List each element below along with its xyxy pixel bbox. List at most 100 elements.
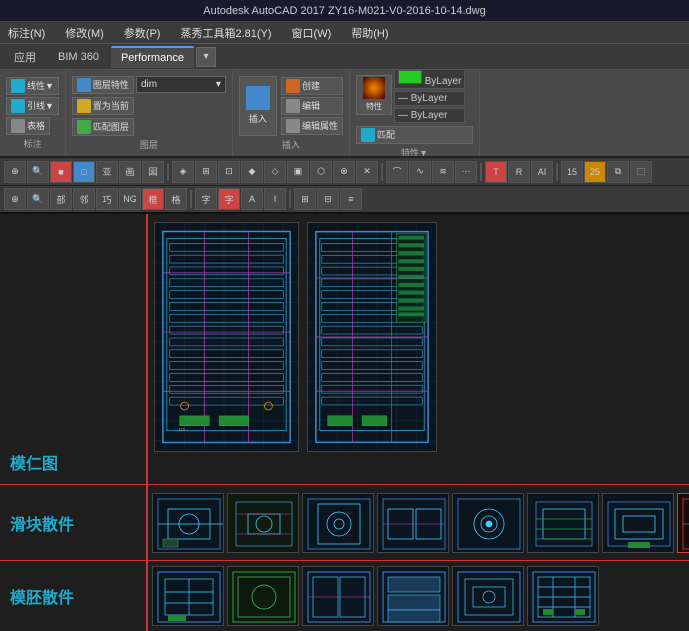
blueprint-large-2[interactable] <box>307 222 437 452</box>
menu-window[interactable]: 窗口(W) <box>288 23 336 43</box>
ts2-btn-3[interactable]: 部 <box>50 188 72 210</box>
ts-btn-26[interactable]: ⧉ <box>607 161 629 183</box>
biaozhun-label: 标注 <box>23 137 41 150</box>
edit-attr-icon <box>286 119 300 133</box>
ts2-btn-7[interactable]: 框 <box>142 188 164 210</box>
btn-prop-large[interactable]: 特性 <box>356 75 392 115</box>
ts2-btn-10[interactable]: 字 <box>218 188 240 210</box>
menu-bar: 标注(N) 修改(M) 参数(P) 蒸秀工具箱2.81(Y) 窗口(W) 帮助(… <box>0 22 689 44</box>
ribbon-section-layer: 图层特性 dim ▾ 置为当前 匹配图层 图层 <box>66 70 233 156</box>
btn-edit[interactable]: 编辑 <box>281 97 343 115</box>
thumb-hk-7[interactable] <box>602 493 674 553</box>
ts-btn-12[interactable]: ◇ <box>264 161 286 183</box>
ts-btn-9[interactable]: ⊞ <box>195 161 217 183</box>
btn-match-prop[interactable]: 匹配 <box>356 126 473 144</box>
svg-text:←115→: ←115→ <box>175 427 189 432</box>
ts2-btn-1[interactable]: ⊕ <box>4 188 26 210</box>
ts2-sep-2 <box>289 190 291 208</box>
prop-large-icon <box>363 77 385 99</box>
ts2-btn-11[interactable]: A <box>241 188 263 210</box>
ts-btn-11[interactable]: ◆ <box>241 161 263 183</box>
btn-linear[interactable]: 线性▼ <box>6 77 59 95</box>
ts-btn-16[interactable]: ✕ <box>356 161 378 183</box>
color-swatch <box>398 70 422 84</box>
thumb-mp-6[interactable] <box>527 566 599 626</box>
menu-xiugai[interactable]: 修改(M) <box>61 23 108 43</box>
ts-btn-14[interactable]: ⬡ <box>310 161 332 183</box>
btn-create[interactable]: 创建 <box>281 77 343 95</box>
ts-btn-21[interactable]: T <box>485 161 507 183</box>
thumb-mp-3[interactable] <box>302 566 374 626</box>
btn-set-current[interactable]: 置为当前 <box>72 97 134 115</box>
thumb-hk-8[interactable] <box>677 493 689 553</box>
ts-btn-27[interactable]: ⬚ <box>630 161 652 183</box>
thumb-mp-4[interactable] <box>377 566 449 626</box>
prop-label: 特性▼ <box>401 146 428 159</box>
prop-bylayer-color: ByLayer <box>394 70 465 89</box>
ts2-btn-5[interactable]: 巧 <box>96 188 118 210</box>
ts-btn-18[interactable]: ∿ <box>409 161 431 183</box>
btn-leader[interactable]: 引线▼ <box>6 97 59 115</box>
ts-btn-13[interactable]: ▣ <box>287 161 309 183</box>
ts-btn-22[interactable]: R <box>508 161 530 183</box>
menu-tools[interactable]: 蒸秀工具箱2.81(Y) <box>176 23 275 43</box>
ts-btn-3[interactable]: ■ <box>50 161 72 183</box>
ts2-btn-6[interactable]: NG <box>119 188 141 210</box>
ts-btn-1[interactable]: ⊕ <box>4 161 26 183</box>
biaozhun-buttons: 线性▼ 引线▼ 表格 <box>6 77 59 135</box>
match-layer-icon <box>77 120 91 134</box>
toolbar-sep-1 <box>167 163 169 181</box>
ts2-btn-13[interactable]: ⊞ <box>294 188 316 210</box>
ts2-btn-9[interactable]: 字 <box>195 188 217 210</box>
thumb-mp-1[interactable] <box>152 566 224 626</box>
thumb-mp-5[interactable] <box>452 566 524 626</box>
tab-performance[interactable]: Performance <box>111 46 194 68</box>
thumb-mp-2[interactable] <box>227 566 299 626</box>
thumb-hk-3[interactable] <box>302 493 374 553</box>
btn-insert-large[interactable]: 插入 <box>239 76 277 136</box>
content-huakuai <box>148 485 689 560</box>
btn-match-layer[interactable]: 匹配图层 <box>72 118 134 136</box>
menu-help[interactable]: 帮助(H) <box>347 23 392 43</box>
ribbon-section-properties: 特性 ByLayer — ByLayer — ByLayer 匹配 特性▼ <box>350 70 480 156</box>
thumb-hk-2[interactable] <box>227 493 299 553</box>
layer-dropdown[interactable]: dim ▾ <box>136 76 226 93</box>
ts-btn-2[interactable]: 🔍 <box>27 161 49 183</box>
ts-btn-25[interactable]: 25 <box>584 161 606 183</box>
thumb-hk-1[interactable] <box>152 493 224 553</box>
ts2-btn-8[interactable]: 格 <box>165 188 187 210</box>
ts2-btn-4[interactable]: 邻 <box>73 188 95 210</box>
tab-dropdown-icon[interactable]: ▾ <box>196 47 216 67</box>
ts-btn-23[interactable]: AI <box>531 161 553 183</box>
blueprint-large-1[interactable]: ←115→ <box>154 222 299 452</box>
menu-canshu[interactable]: 参数(P) <box>120 23 165 43</box>
btn-edit-attr[interactable]: 编辑属性 <box>281 117 343 135</box>
ts-btn-4[interactable]: □ <box>73 161 95 183</box>
thumb-hk-5[interactable] <box>452 493 524 553</box>
section-mopei: 模胚散件 <box>0 561 689 631</box>
menu-biaozhun[interactable]: 标注(N) <box>4 23 49 43</box>
ts-btn-17[interactable]: ⌒ <box>386 161 408 183</box>
thumb-hk-4[interactable] <box>377 493 449 553</box>
ts-btn-10[interactable]: ⊡ <box>218 161 240 183</box>
btn-table[interactable]: 表格 <box>6 117 50 135</box>
ts-btn-20[interactable]: ⋯ <box>455 161 477 183</box>
ts2-btn-15[interactable]: ≡ <box>340 188 362 210</box>
ts2-btn-14[interactable]: ⊟ <box>317 188 339 210</box>
btn-layer-prop[interactable]: 图层特性 <box>72 76 134 94</box>
thumb-hk-6[interactable] <box>527 493 599 553</box>
tab-bim360[interactable]: BIM 360 <box>48 47 109 67</box>
tab-app[interactable]: 应用 <box>4 45 46 69</box>
ts-btn-6[interactable]: 画 <box>119 161 141 183</box>
layer-row1: 图层特性 dim ▾ <box>72 76 226 94</box>
ts2-btn-12[interactable]: I <box>264 188 286 210</box>
ts-btn-7[interactable]: 図 <box>142 161 164 183</box>
ts-btn-19[interactable]: ≋ <box>432 161 454 183</box>
content-wrapper: 模仁图 <box>0 214 689 631</box>
ts-btn-15[interactable]: ⊗ <box>333 161 355 183</box>
ts-btn-24[interactable]: 15 <box>561 161 583 183</box>
ribbon-section-biaozhun: 线性▼ 引线▼ 表格 标注 <box>0 70 66 156</box>
ts-btn-5[interactable]: 亚 <box>96 161 118 183</box>
ts2-btn-2[interactable]: 🔍 <box>27 188 49 210</box>
ts-btn-8[interactable]: ◈ <box>172 161 194 183</box>
